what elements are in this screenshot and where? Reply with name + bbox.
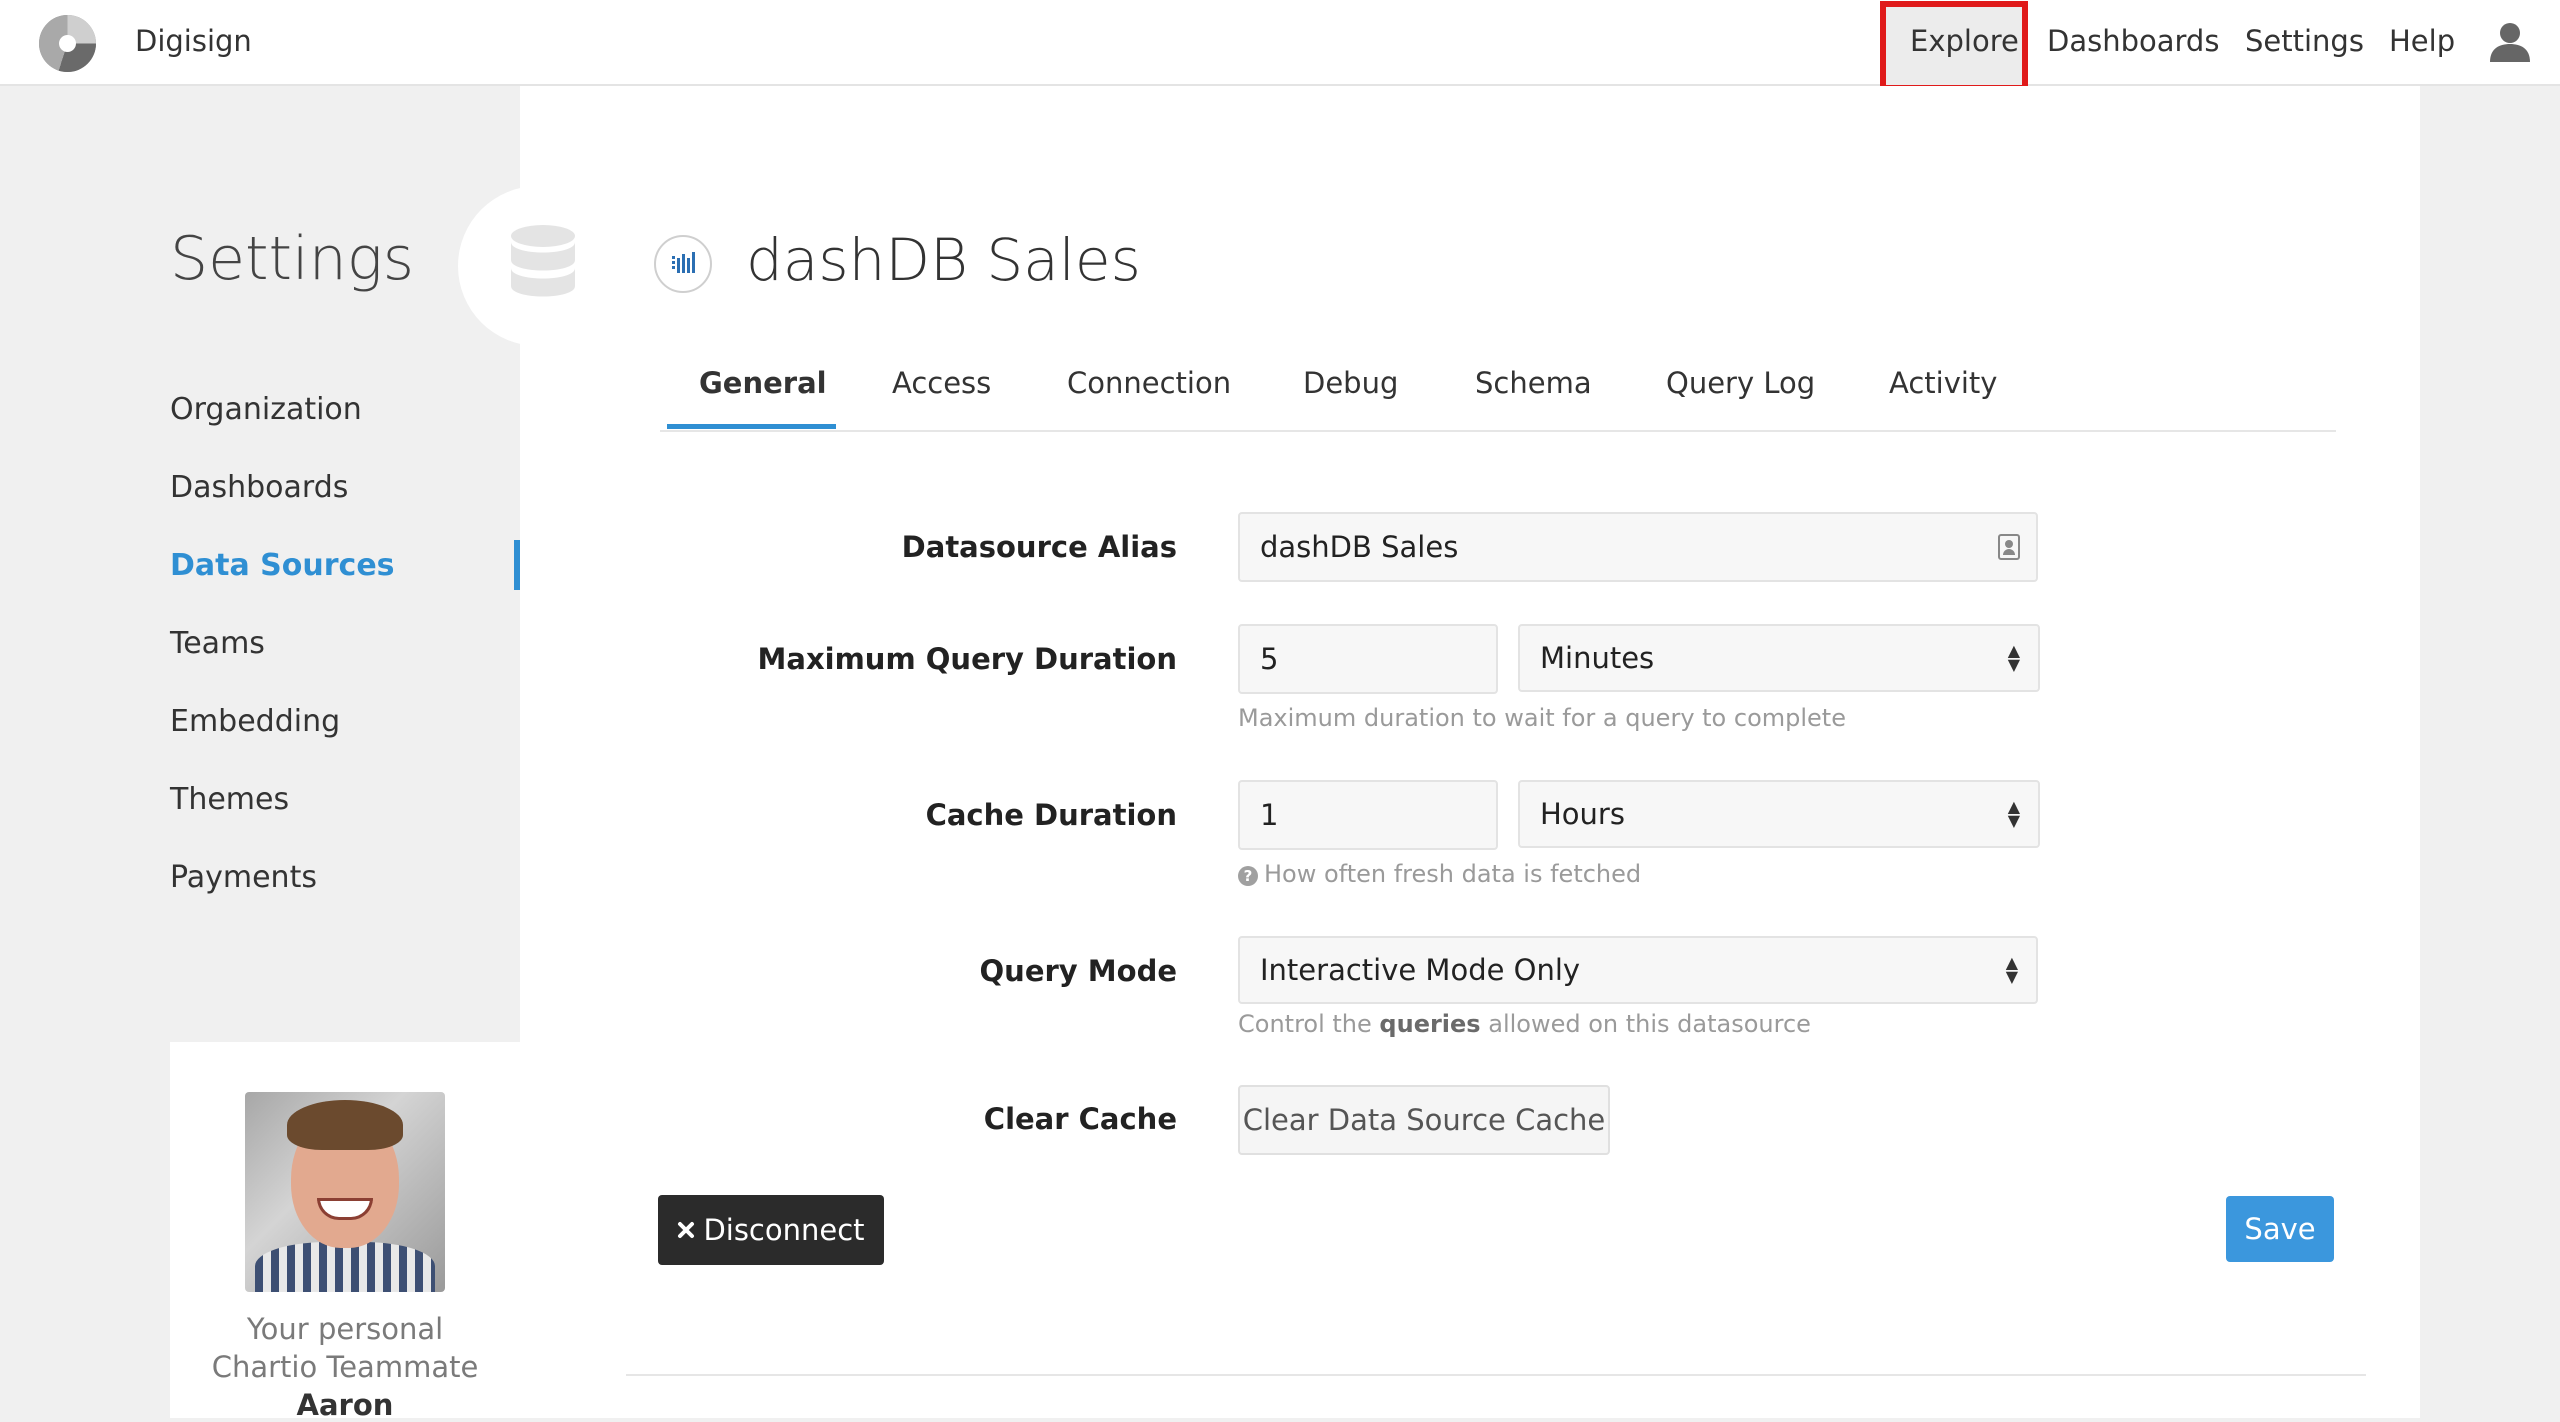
tab-query-log[interactable]: Query Log <box>1666 366 1815 400</box>
tab-schema[interactable]: Schema <box>1475 366 1592 400</box>
select-arrows-icon: ▲ ▼ <box>2005 953 2018 986</box>
select-arrows-icon: ▲ ▼ <box>2007 797 2020 830</box>
help-text-post: allowed on this datasource <box>1488 1010 1811 1038</box>
cache-label: Cache Duration <box>925 798 1177 832</box>
cache-value: 1 <box>1260 798 1279 832</box>
teammate-line2: Chartio Teammate <box>211 1350 479 1384</box>
sidebar-item-data-sources[interactable]: Data Sources <box>170 548 395 583</box>
teammate-card: Your personal Chartio Teammate Aaron <box>170 1042 520 1422</box>
sidebar-item-embedding[interactable]: Embedding <box>170 704 340 739</box>
cache-value-input[interactable]: 1 <box>1238 780 1498 850</box>
database-badge <box>458 186 618 346</box>
tabs-divider <box>660 430 2336 432</box>
max-query-value: 5 <box>1260 642 1279 676</box>
nav-help[interactable]: Help <box>2389 24 2455 58</box>
teammate-name[interactable]: Aaron <box>170 1388 520 1422</box>
help-text-pre: Control the <box>1238 1010 1372 1038</box>
sidebar-item-teams[interactable]: Teams <box>170 626 265 661</box>
save-button[interactable]: Save <box>2226 1196 2334 1262</box>
datasource-type-icon <box>654 235 712 293</box>
nav-explore[interactable]: Explore <box>1910 24 2019 58</box>
max-query-help: Maximum duration to wait for a query to … <box>1238 704 1846 732</box>
cache-help: ? How often fresh data is fetched <box>1238 860 1641 888</box>
nav-settings[interactable]: Settings <box>2245 24 2364 58</box>
avatar <box>245 1092 445 1292</box>
max-query-label: Maximum Query Duration <box>757 642 1177 676</box>
query-mode-label: Query Mode <box>979 954 1177 988</box>
tab-general[interactable]: General <box>699 366 827 400</box>
cache-unit-select[interactable]: Hours ▲ ▼ <box>1518 780 2040 848</box>
alias-value: dashDB Sales <box>1260 530 1459 564</box>
sidebar-item-themes[interactable]: Themes <box>170 782 289 817</box>
nav-dashboards[interactable]: Dashboards <box>2047 24 2219 58</box>
tab-debug[interactable]: Debug <box>1303 366 1398 400</box>
clear-cache-button[interactable]: Clear Data Source Cache <box>1238 1085 1610 1155</box>
alias-input[interactable]: dashDB Sales <box>1238 512 2038 582</box>
cache-unit: Hours <box>1540 797 1625 831</box>
disconnect-label: Disconnect <box>703 1213 865 1247</box>
database-icon <box>511 225 575 297</box>
top-navbar: Digisign Explore Dashboards Settings Hel… <box>0 0 2560 91</box>
max-query-value-input[interactable]: 5 <box>1238 624 1498 694</box>
settings-title: Settings <box>170 224 415 294</box>
bottom-divider <box>626 1374 2366 1376</box>
tab-access[interactable]: Access <box>892 366 991 400</box>
app-name[interactable]: Digisign <box>135 24 252 58</box>
max-query-unit: Minutes <box>1540 641 1655 675</box>
query-mode-select[interactable]: Interactive Mode Only ▲ ▼ <box>1238 936 2038 1004</box>
alias-label: Datasource Alias <box>901 530 1177 564</box>
sidebar-item-dashboards[interactable]: Dashboards <box>170 470 348 505</box>
tab-connection[interactable]: Connection <box>1067 366 1231 400</box>
active-tab-underline <box>667 424 836 429</box>
disconnect-button[interactable]: Disconnect <box>658 1195 884 1265</box>
query-mode-value: Interactive Mode Only <box>1260 953 1581 987</box>
query-mode-help: Control the queries allowed on this data… <box>1238 1010 1811 1038</box>
sidebar-item-payments[interactable]: Payments <box>170 860 317 895</box>
user-icon[interactable] <box>2488 20 2532 64</box>
app-logo[interactable] <box>39 15 96 72</box>
cache-help-text: How often fresh data is fetched <box>1264 860 1642 888</box>
help-circle-icon[interactable]: ? <box>1238 866 1258 886</box>
tab-activity[interactable]: Activity <box>1889 366 1997 400</box>
contact-card-icon <box>1998 534 2020 560</box>
sidebar-item-organization[interactable]: Organization <box>170 392 362 427</box>
teammate-line1: Your personal <box>246 1312 444 1346</box>
help-text-bold: queries <box>1379 1010 1481 1038</box>
datasource-title: dashDB Sales <box>746 226 1141 294</box>
max-query-unit-select[interactable]: Minutes ▲ ▼ <box>1518 624 2040 692</box>
close-icon <box>678 1222 695 1238</box>
select-arrows-icon: ▲ ▼ <box>2007 641 2020 674</box>
clear-cache-label: Clear Cache <box>983 1102 1177 1136</box>
